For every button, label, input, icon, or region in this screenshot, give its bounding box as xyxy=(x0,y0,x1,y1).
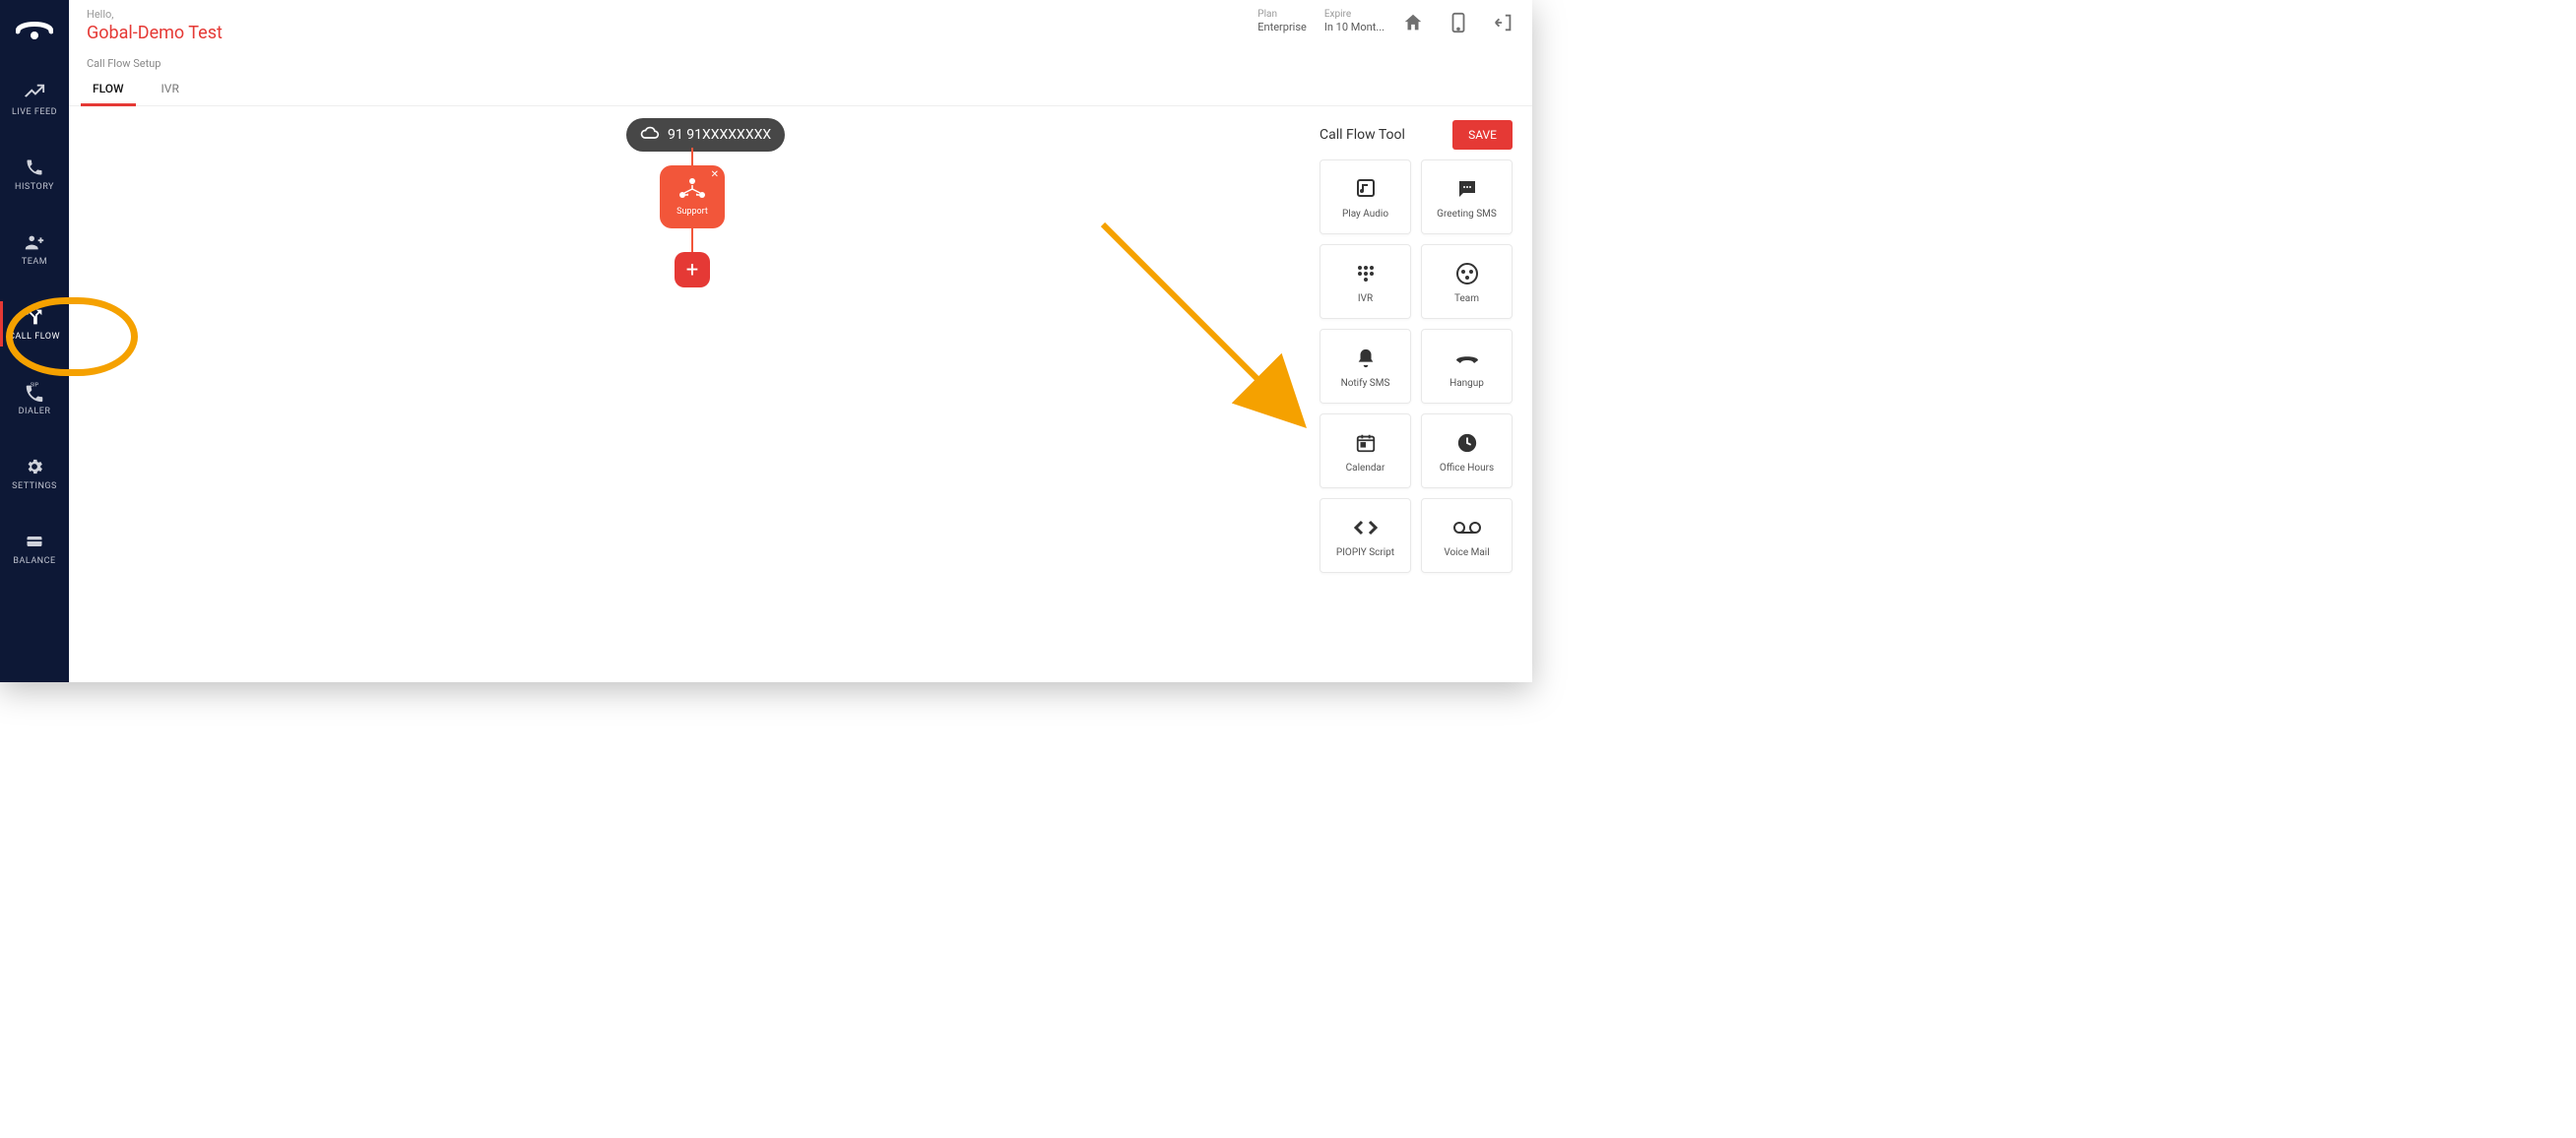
sidebar-item-live-feed[interactable]: LIVE FEED xyxy=(0,71,69,128)
close-icon[interactable]: ✕ xyxy=(711,169,719,180)
tool-label: Greeting SMS xyxy=(1437,209,1497,220)
team-add-icon xyxy=(24,231,45,253)
calendar-icon xyxy=(1352,429,1380,457)
sidebar-item-label: DIALER xyxy=(19,407,51,416)
flow-canvas[interactable]: 91 91XXXXXXXX ✕ Support + Call Flow Tool… xyxy=(69,106,1532,682)
home-icon[interactable] xyxy=(1402,12,1424,33)
support-node[interactable]: ✕ Support xyxy=(660,165,725,228)
flow-connector xyxy=(691,228,693,252)
section-title: Call Flow Setup xyxy=(69,43,1532,70)
tool-label: Voice Mail xyxy=(1444,547,1489,558)
plan-meta: Plan Enterprise xyxy=(1257,8,1307,34)
expire-meta: Expire In 10 Mont... xyxy=(1324,8,1385,34)
header-right: Plan Enterprise Expire In 10 Mont... xyxy=(1257,8,1514,43)
tab-flow[interactable]: FLOW xyxy=(87,76,130,105)
hello-text: Hello, xyxy=(87,8,223,21)
tool-hangup[interactable]: Hangup xyxy=(1421,329,1513,404)
tool-play-audio[interactable]: Play Audio xyxy=(1320,159,1411,234)
tool-label: IVR xyxy=(1358,293,1373,304)
dialpad-icon xyxy=(1352,260,1380,287)
sidebar-item-team[interactable]: TEAM xyxy=(0,221,69,278)
expire-label: Expire xyxy=(1324,8,1385,21)
header: Hello, Gobal-Demo Test Plan Enterprise E… xyxy=(69,0,1532,43)
tool-calendar[interactable]: Calendar xyxy=(1320,413,1411,488)
sidebar-item-settings[interactable]: SETTINGS xyxy=(0,445,69,502)
team-icon xyxy=(1453,260,1481,287)
mobile-icon[interactable] xyxy=(1448,12,1469,33)
music-note-icon xyxy=(1352,175,1380,203)
account-name: Gobal-Demo Test xyxy=(87,23,223,43)
call-split-icon xyxy=(24,306,45,328)
sidebar-item-label: TEAM xyxy=(22,257,47,267)
team-flow-icon xyxy=(676,177,708,205)
expire-value: In 10 Mont... xyxy=(1324,21,1385,34)
hangup-icon xyxy=(1453,345,1481,372)
voicemail-icon xyxy=(1453,514,1481,541)
save-button[interactable]: SAVE xyxy=(1452,120,1513,150)
tool-voice-mail[interactable]: Voice Mail xyxy=(1421,498,1513,573)
tool-label: Play Audio xyxy=(1342,209,1388,220)
tool-label: Hangup xyxy=(1449,378,1484,389)
sidebar-item-call-flow[interactable]: CALL FLOW xyxy=(0,295,69,352)
clock-icon xyxy=(1453,429,1481,457)
phone-icon xyxy=(24,157,45,178)
sidebar-item-dialer[interactable]: SIP DIALER xyxy=(0,370,69,427)
tool-greeting-sms[interactable]: Greeting SMS xyxy=(1421,159,1513,234)
cloud-icon xyxy=(640,126,660,144)
tool-team[interactable]: Team xyxy=(1421,244,1513,319)
support-node-label: Support xyxy=(676,207,708,217)
sidebar-item-label: HISTORY xyxy=(15,182,54,192)
sidebar-item-history[interactable]: HISTORY xyxy=(0,146,69,203)
gear-icon xyxy=(24,456,45,477)
sidebar-item-label: LIVE FEED xyxy=(12,107,57,117)
sip-phone-icon: SIP xyxy=(24,381,45,403)
add-node-button[interactable]: + xyxy=(675,252,710,287)
annotation-arrow xyxy=(1093,215,1329,451)
plan-label: Plan xyxy=(1257,8,1307,21)
tool-label: Office Hours xyxy=(1440,463,1494,474)
tool-label: Team xyxy=(1454,293,1479,304)
main-content: Hello, Gobal-Demo Test Plan Enterprise E… xyxy=(69,0,1532,682)
code-icon xyxy=(1352,514,1380,541)
tool-notify-sms[interactable]: Notify SMS xyxy=(1320,329,1411,404)
tool-panel: Call Flow Tool SAVE Play Audio Greeting … xyxy=(1320,120,1513,573)
account-block: Hello, Gobal-Demo Test xyxy=(87,8,223,43)
trend-icon xyxy=(24,82,45,103)
tool-piopiy-script[interactable]: PIOPIY Script xyxy=(1320,498,1411,573)
plan-value: Enterprise xyxy=(1257,21,1307,34)
phone-number-node[interactable]: 91 91XXXXXXXX xyxy=(626,118,785,152)
bell-icon xyxy=(1352,345,1380,372)
sidebar-item-label: CALL FLOW xyxy=(9,332,60,342)
logout-icon[interactable] xyxy=(1493,12,1514,33)
tool-panel-title: Call Flow Tool xyxy=(1320,127,1405,143)
credit-card-icon xyxy=(24,531,45,552)
phone-number-text: 91 91XXXXXXXX xyxy=(668,127,771,143)
tool-ivr[interactable]: IVR xyxy=(1320,244,1411,319)
sidebar: LIVE FEED HISTORY TEAM CALL FLOW SIP DIA… xyxy=(0,0,69,682)
sidebar-item-label: SETTINGS xyxy=(12,481,57,491)
sidebar-item-balance[interactable]: BALANCE xyxy=(0,520,69,577)
tool-label: Notify SMS xyxy=(1341,378,1390,389)
flow-connector xyxy=(691,148,693,167)
tool-office-hours[interactable]: Office Hours xyxy=(1421,413,1513,488)
tab-ivr[interactable]: IVR xyxy=(156,76,185,105)
tool-label: PIOPIY Script xyxy=(1336,547,1394,558)
tabs: FLOW IVR xyxy=(69,70,1532,106)
tool-label: Calendar xyxy=(1346,463,1385,474)
chat-icon xyxy=(1453,175,1481,203)
sidebar-item-label: BALANCE xyxy=(13,556,55,566)
app-logo xyxy=(0,8,69,53)
svg-text:SIP: SIP xyxy=(31,383,39,389)
